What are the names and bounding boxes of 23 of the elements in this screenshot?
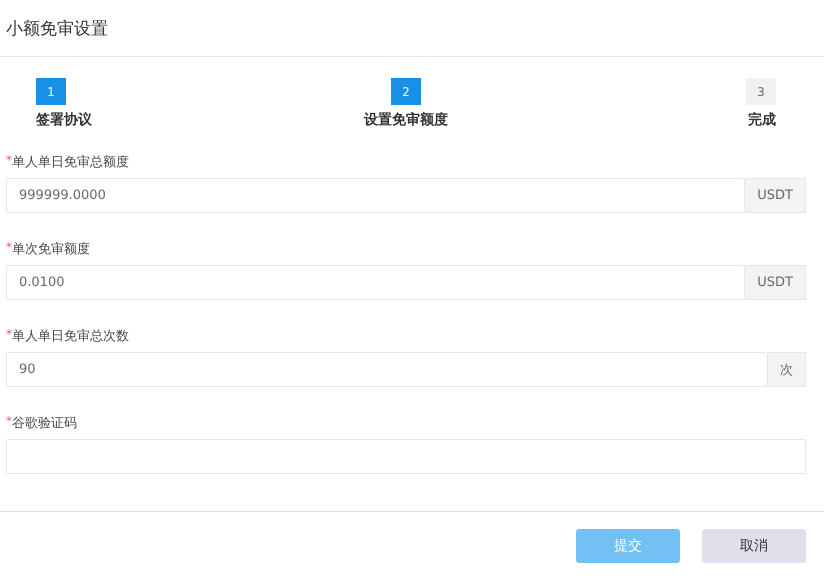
input-field[interactable]: 999999.0000 — [6, 178, 746, 213]
input-field[interactable]: 90 — [6, 352, 768, 387]
step-number: 2 — [390, 78, 421, 105]
step-number: 1 — [36, 78, 66, 105]
unit-suffix: USDT — [745, 265, 806, 300]
required-mark: * — [6, 153, 12, 167]
required-mark: * — [6, 414, 12, 428]
field-label: 单次免审额度 — [12, 241, 90, 258]
dialog-title: 小额免审设置 — [6, 18, 108, 40]
input-field[interactable] — [6, 439, 806, 474]
required-mark: * — [6, 240, 12, 254]
step-label: 设置免审额度 — [364, 111, 448, 129]
step-label: 完成 — [748, 111, 776, 129]
step-number: 3 — [746, 78, 776, 105]
unit-suffix: 次 — [768, 352, 806, 387]
input-field[interactable]: 0.0100 — [6, 265, 746, 300]
field-label: 单人单日免审总次数 — [12, 328, 129, 345]
field-label: 谷歌验证码 — [12, 415, 77, 432]
cancel-button[interactable]: 取消 — [702, 529, 806, 563]
field-label: 单人单日免审总额度 — [12, 154, 129, 171]
step-label: 签署协议 — [36, 111, 92, 129]
required-mark: * — [6, 327, 12, 341]
unit-suffix: USDT — [745, 178, 806, 213]
